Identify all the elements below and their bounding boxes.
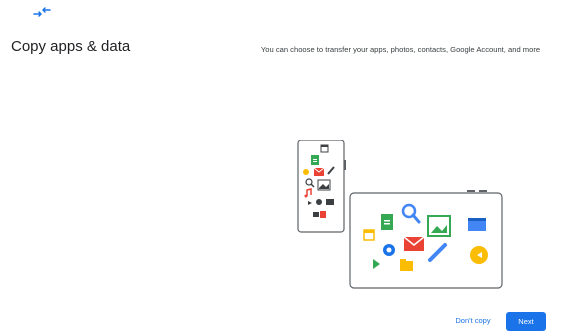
phone-to-tablet-illustration (297, 140, 503, 289)
page-description: You can choose to transfer your apps, ph… (260, 45, 541, 54)
page-title: Copy apps & data (11, 38, 131, 55)
next-button[interactable]: Next (506, 312, 546, 331)
dont-copy-button[interactable]: Don't copy (438, 312, 508, 330)
data-transfer-arrows-icon (33, 7, 51, 17)
